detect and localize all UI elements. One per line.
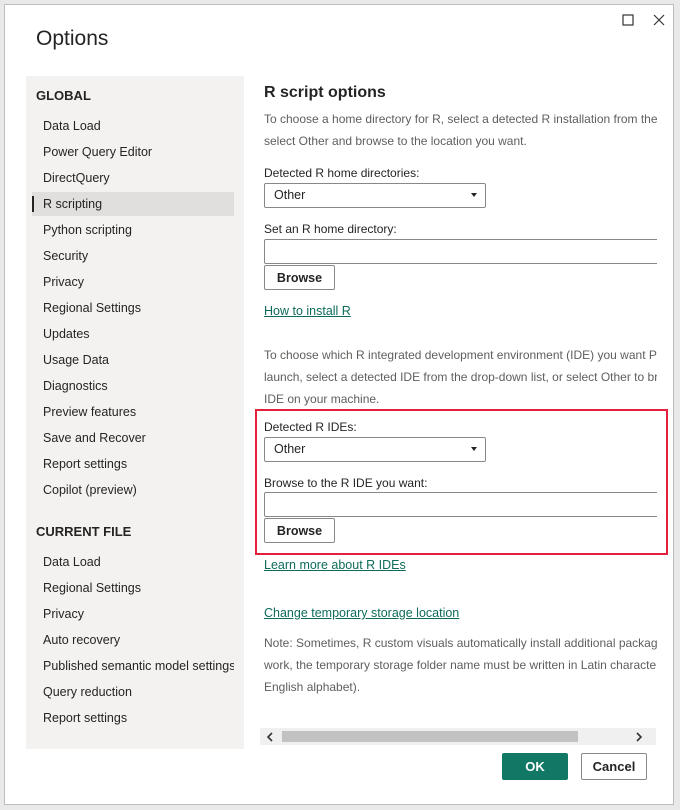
detected-ide-label: Detected R IDEs: [264,420,357,434]
sidebar-item-directquery[interactable]: DirectQuery [32,166,234,190]
ok-button[interactable]: OK [502,753,568,780]
dialog-title: Options [36,27,109,50]
note-text-line2: work, the temporary storage folder name … [264,658,657,672]
detected-ide-select[interactable]: Other [264,437,486,462]
browse-home-button[interactable]: Browse [264,265,335,290]
sidebar-item-auto-recovery[interactable]: Auto recovery [32,628,234,652]
sidebar-heading-global: GLOBAL [36,88,91,103]
detected-ide-value: Other [274,442,306,456]
intro-text-line2: select Other and browse to the location … [264,134,527,148]
horizontal-scrollbar[interactable] [260,728,656,745]
sidebar-item-power-query-editor[interactable]: Power Query Editor [32,140,234,164]
ide-text-line1: To choose which R integrated development… [264,348,657,362]
ide-text-line3: IDE on your machine. [264,392,380,406]
sidebar-item-r-scripting[interactable]: R scripting [32,192,234,216]
sidebar-item-save-and-recover[interactable]: Save and Recover [32,426,234,450]
options-dialog: Options GLOBAL Data Load Power Query Edit… [4,4,674,805]
cancel-button[interactable]: Cancel [581,753,647,780]
section-title: R script options [264,84,386,101]
scroll-right-icon[interactable] [632,730,646,743]
r-script-options-panel: R script options To choose a home direct… [264,76,657,741]
sidebar-heading-current-file: CURRENT FILE [36,524,132,539]
chevron-down-icon [471,447,477,451]
chevron-down-icon [471,193,477,197]
sidebar-item-updates[interactable]: Updates [32,322,234,346]
sidebar-item-report-settings[interactable]: Report settings [32,452,234,476]
ide-text-line2: launch, select a detected IDE from the d… [264,370,657,384]
sidebar-item-usage-data[interactable]: Usage Data [32,348,234,372]
r-home-directory-input[interactable] [264,239,657,264]
sidebar-item-privacy[interactable]: Privacy [32,602,234,626]
how-to-install-r-link[interactable]: How to install R [264,304,351,318]
detected-home-select[interactable]: Other [264,183,486,208]
sidebar-item-regional-settings[interactable]: Regional Settings [32,296,234,320]
sidebar-item-regional-settings[interactable]: Regional Settings [32,576,234,600]
sidebar-item-data-load[interactable]: Data Load [32,114,234,138]
sidebar-item-report-settings[interactable]: Report settings [32,706,234,730]
scroll-left-icon[interactable] [263,730,277,743]
set-home-label: Set an R home directory: [264,222,397,236]
sidebar-item-preview-features[interactable]: Preview features [32,400,234,424]
sidebar-item-security[interactable]: Security [32,244,234,268]
sidebar-item-python-scripting[interactable]: Python scripting [32,218,234,242]
detected-home-value: Other [274,188,306,202]
sidebar-item-privacy[interactable]: Privacy [32,270,234,294]
detected-home-label: Detected R home directories: [264,166,420,180]
sidebar-item-data-load[interactable]: Data Load [32,550,234,574]
maximize-icon[interactable] [620,12,636,28]
scrollbar-thumb[interactable] [282,731,578,742]
browse-ide-button[interactable]: Browse [264,518,335,543]
change-storage-location-link[interactable]: Change temporary storage location [264,606,459,620]
sidebar-item-query-reduction[interactable]: Query reduction [32,680,234,704]
sidebar-item-published-semantic-model-settings[interactable]: Published semantic model settings [32,654,234,678]
browse-ide-label: Browse to the R IDE you want: [264,476,428,490]
note-text-line3: English alphabet). [264,680,361,694]
intro-text-line1: To choose a home directory for R, select… [264,112,657,126]
sidebar-item-diagnostics[interactable]: Diagnostics [32,374,234,398]
note-text-line1: Note: Sometimes, R custom visuals automa… [264,636,657,650]
options-sidebar: GLOBAL Data Load Power Query Editor Direct… [26,76,244,749]
sidebar-item-copilot-preview[interactable]: Copilot (preview) [32,478,234,502]
close-icon[interactable] [651,12,667,28]
learn-more-r-ides-link[interactable]: Learn more about R IDEs [264,558,406,572]
r-ide-path-input[interactable] [264,492,657,517]
